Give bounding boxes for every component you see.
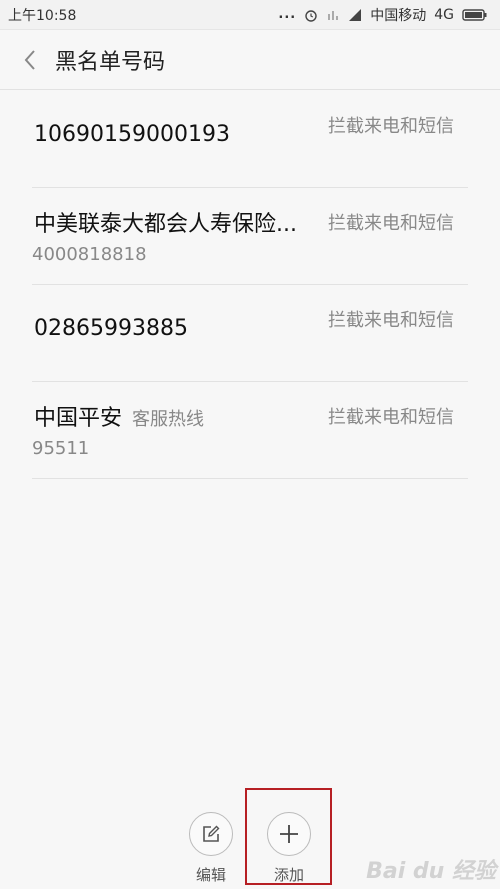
- edit-label: 编辑: [195, 866, 226, 884]
- block-rule: 拦截来电和短信: [328, 310, 454, 331]
- contact-number: 95511: [32, 438, 90, 459]
- app-header: 黑名单号码: [0, 30, 500, 90]
- block-rule: 拦截来电和短信: [328, 116, 454, 137]
- contact-tag: 客服热线: [132, 409, 205, 430]
- status-icons: ... 中国移动 4G: [278, 5, 488, 25]
- status-bar: 上午10:58 ... 中国移动 4G: [0, 0, 500, 30]
- status-time: 上午10:58: [8, 7, 77, 24]
- contact-number: 4000818818: [32, 244, 147, 265]
- contact-name: 中美联泰大都会人寿保险...: [34, 212, 297, 237]
- contact-name-text: 中国平安: [34, 406, 123, 431]
- watermark: Bai du 经验: [366, 859, 496, 884]
- back-button[interactable]: [0, 30, 60, 90]
- block-rule: 拦截来电和短信: [328, 213, 454, 234]
- list-item[interactable]: 02865993885 拦截来电和短信: [32, 285, 468, 382]
- block-rule: 拦截来电和短信: [328, 407, 454, 428]
- page-title: 黑名单号码: [55, 49, 166, 75]
- alarm-icon: [305, 9, 317, 22]
- blacklist: 10690159000193 拦截来电和短信 中美联泰大都会人寿保险... 40…: [0, 91, 500, 479]
- signal-icon: [349, 8, 362, 21]
- edit-icon: [203, 825, 220, 842]
- more-notifications-icon: ...: [278, 7, 297, 22]
- contact-name: 02865993885: [34, 316, 188, 341]
- edit-button[interactable]: 编辑: [188, 800, 234, 889]
- network-type: 4G: [434, 6, 454, 23]
- list-item[interactable]: 中美联泰大都会人寿保险... 4000818818 拦截来电和短信: [32, 188, 468, 285]
- signal-off-icon: [328, 10, 339, 20]
- chevron-left-icon: [24, 49, 35, 70]
- edit-icon-circle[interactable]: [189, 812, 233, 856]
- carrier-name: 中国移动: [370, 7, 427, 24]
- contact-name: 中国平安 客服热线: [34, 400, 204, 432]
- contact-name: 10690159000193: [34, 122, 230, 147]
- list-item[interactable]: 10690159000193 拦截来电和短信: [32, 91, 468, 188]
- battery-icon: [462, 8, 487, 21]
- list-item[interactable]: 中国平安 客服热线 95511 拦截来电和短信: [32, 382, 468, 479]
- highlight-box: [245, 788, 332, 885]
